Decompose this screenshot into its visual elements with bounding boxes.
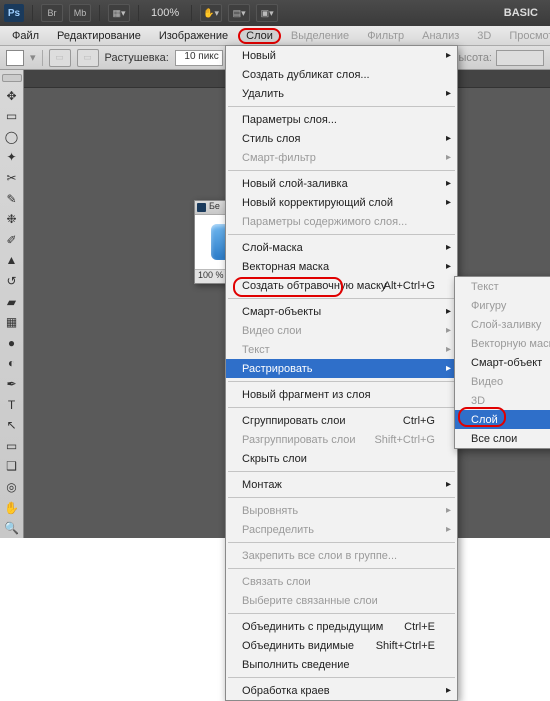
blur-tool[interactable]: ● xyxy=(2,333,22,353)
hand-tool[interactable]: ✋ xyxy=(2,498,22,518)
feather-input[interactable]: 10 пикс xyxy=(175,50,223,66)
brush-tool[interactable]: ✐ xyxy=(2,230,22,250)
zoom-level[interactable]: 100% xyxy=(147,7,183,19)
menu-flatten[interactable]: Выполнить сведение xyxy=(226,655,457,674)
ps-logo: Ps xyxy=(4,4,24,22)
minibridge-button[interactable]: Mb xyxy=(69,4,91,22)
menu-delete[interactable]: Удалить xyxy=(226,84,457,103)
dodge-tool[interactable]: ◐ xyxy=(2,354,22,374)
menu-merge-down[interactable]: Объединить с предыдущимCtrl+E xyxy=(226,617,457,636)
pen-tool[interactable]: ✒ xyxy=(2,374,22,394)
crop-tool[interactable]: ✂ xyxy=(2,168,22,188)
rasterize-shape: Фигуру xyxy=(455,296,550,315)
menu-lock-all: Закрепить все слои в группе... xyxy=(226,546,457,565)
selection-new-icon[interactable]: ▭ xyxy=(49,49,71,67)
menu-ungroup-layers: Разгруппировать слоиShift+Ctrl+G xyxy=(226,430,457,449)
menu-layer-props[interactable]: Параметры слоя... xyxy=(226,110,457,129)
menu-edit[interactable]: Редактирование xyxy=(49,28,149,44)
menu-distribute: Распределить xyxy=(226,520,457,539)
menu-layer[interactable]: Слои xyxy=(238,28,281,44)
rasterize-3d: 3D xyxy=(455,391,550,410)
wand-tool[interactable]: ✦ xyxy=(2,148,22,168)
feather-label: Растушевка: xyxy=(105,52,169,64)
view-extras-button[interactable]: ▦▾ xyxy=(108,4,130,22)
menu-3d[interactable]: 3D xyxy=(469,28,499,44)
rasterize-submenu: Текст Фигуру Слой-заливку Векторную маск… xyxy=(454,276,550,449)
menu-video-layers: Видео слои xyxy=(226,321,457,340)
stamp-tool[interactable]: ▲ xyxy=(2,251,22,271)
hand-tool-button[interactable]: ✋▾ xyxy=(200,4,222,22)
menu-new[interactable]: Новый xyxy=(226,46,457,65)
eyedropper-tool[interactable]: ✎ xyxy=(2,189,22,209)
rasterize-fill: Слой-заливку xyxy=(455,315,550,334)
rasterize-layer[interactable]: Слой xyxy=(455,410,550,429)
3d-camera-tool[interactable]: ◎ xyxy=(2,477,22,497)
eraser-tool[interactable]: ▰ xyxy=(2,292,22,312)
3d-tool[interactable]: ❑ xyxy=(2,457,22,477)
menu-matting[interactable]: Обработка краев xyxy=(226,681,457,700)
menu-clipping-mask[interactable]: Создать обтравочную маскуAlt+Ctrl+G xyxy=(226,276,457,295)
height-input[interactable] xyxy=(496,50,544,66)
toolbox: ✥ ▭ ◯ ✦ ✂ ✎ ❉ ✐ ▲ ↺ ▰ ▦ ● ◐ ✒ T ↖ ▭ ❑ ◎ … xyxy=(0,70,24,538)
menu-link-layers: Связать слои xyxy=(226,572,457,591)
arrange-docs-button[interactable]: ▤▾ xyxy=(228,4,250,22)
selection-add-icon[interactable]: ▭ xyxy=(77,49,99,67)
rasterize-type: Текст xyxy=(455,277,550,296)
workspace-switcher[interactable]: BASIC xyxy=(504,7,546,19)
path-tool[interactable]: ↖ xyxy=(2,415,22,435)
rasterize-vector-mask: Векторную маску xyxy=(455,334,550,353)
app-bar: Ps Br Mb ▦▾ 100% ✋▾ ▤▾ ▣▾ BASIC xyxy=(0,0,550,26)
menu-file[interactable]: Файл xyxy=(4,28,47,44)
lasso-tool[interactable]: ◯ xyxy=(2,127,22,147)
history-brush-tool[interactable]: ↺ xyxy=(2,271,22,291)
move-tool[interactable]: ✥ xyxy=(2,86,22,106)
menu-view[interactable]: Просмотр xyxy=(501,28,550,44)
gradient-tool[interactable]: ▦ xyxy=(2,312,22,332)
workspace: ✥ ▭ ◯ ✦ ✂ ✎ ❉ ✐ ▲ ↺ ▰ ▦ ● ◐ ✒ T ↖ ▭ ❑ ◎ … xyxy=(0,70,550,538)
menu-hide-layers[interactable]: Скрыть слои xyxy=(226,449,457,468)
menu-image[interactable]: Изображение xyxy=(151,28,236,44)
menu-layer-mask[interactable]: Слой-маска xyxy=(226,238,457,257)
marquee-tool-preset[interactable] xyxy=(6,50,24,66)
menu-vector-mask[interactable]: Векторная маска xyxy=(226,257,457,276)
menu-merge-visible[interactable]: Объединить видимыеShift+Ctrl+E xyxy=(226,636,457,655)
menu-new-adjustment[interactable]: Новый корректирующий слой xyxy=(226,193,457,212)
menu-smart-objects[interactable]: Смарт-объекты xyxy=(226,302,457,321)
menu-new-slice[interactable]: Новый фрагмент из слоя xyxy=(226,385,457,404)
rasterize-all[interactable]: Все слои xyxy=(455,429,550,448)
heal-tool[interactable]: ❉ xyxy=(2,209,22,229)
menu-select[interactable]: Выделение xyxy=(283,28,357,44)
rasterize-smart-object[interactable]: Смарт-объект xyxy=(455,353,550,372)
bridge-button[interactable]: Br xyxy=(41,4,63,22)
type-tool[interactable]: T xyxy=(2,395,22,415)
menu-type: Текст xyxy=(226,340,457,359)
menu-layer-style[interactable]: Стиль слоя xyxy=(226,129,457,148)
menu-filter[interactable]: Фильтр xyxy=(359,28,412,44)
zoom-tool[interactable]: 🔍 xyxy=(2,518,22,538)
menu-duplicate-layer[interactable]: Создать дубликат слоя... xyxy=(226,65,457,84)
screenmode-button[interactable]: ▣▾ xyxy=(256,4,278,22)
menu-smart-filter: Смарт-фильтр xyxy=(226,148,457,167)
toolbox-grip[interactable] xyxy=(2,74,22,82)
menu-new-fill[interactable]: Новый слой-заливка xyxy=(226,174,457,193)
menu-bar: Файл Редактирование Изображение Слои Выд… xyxy=(0,26,550,46)
marquee-tool[interactable]: ▭ xyxy=(2,106,22,126)
menu-group-layers[interactable]: Сгруппировать слоиCtrl+G xyxy=(226,411,457,430)
menu-select-linked: Выберите связанные слои xyxy=(226,591,457,610)
menu-align: Выровнять xyxy=(226,501,457,520)
rasterize-video: Видео xyxy=(455,372,550,391)
menu-rasterize[interactable]: Растрировать xyxy=(226,359,457,378)
shape-tool[interactable]: ▭ xyxy=(2,436,22,456)
menu-arrange[interactable]: Монтаж xyxy=(226,475,457,494)
menu-layer-content-opts: Параметры содержимого слоя... xyxy=(226,212,457,231)
layer-menu-dropdown: Новый Создать дубликат слоя... Удалить П… xyxy=(225,45,458,701)
canvas-area: Бе 100 % Новый Создать дубликат слоя... … xyxy=(24,70,550,538)
menu-analysis[interactable]: Анализ xyxy=(414,28,467,44)
